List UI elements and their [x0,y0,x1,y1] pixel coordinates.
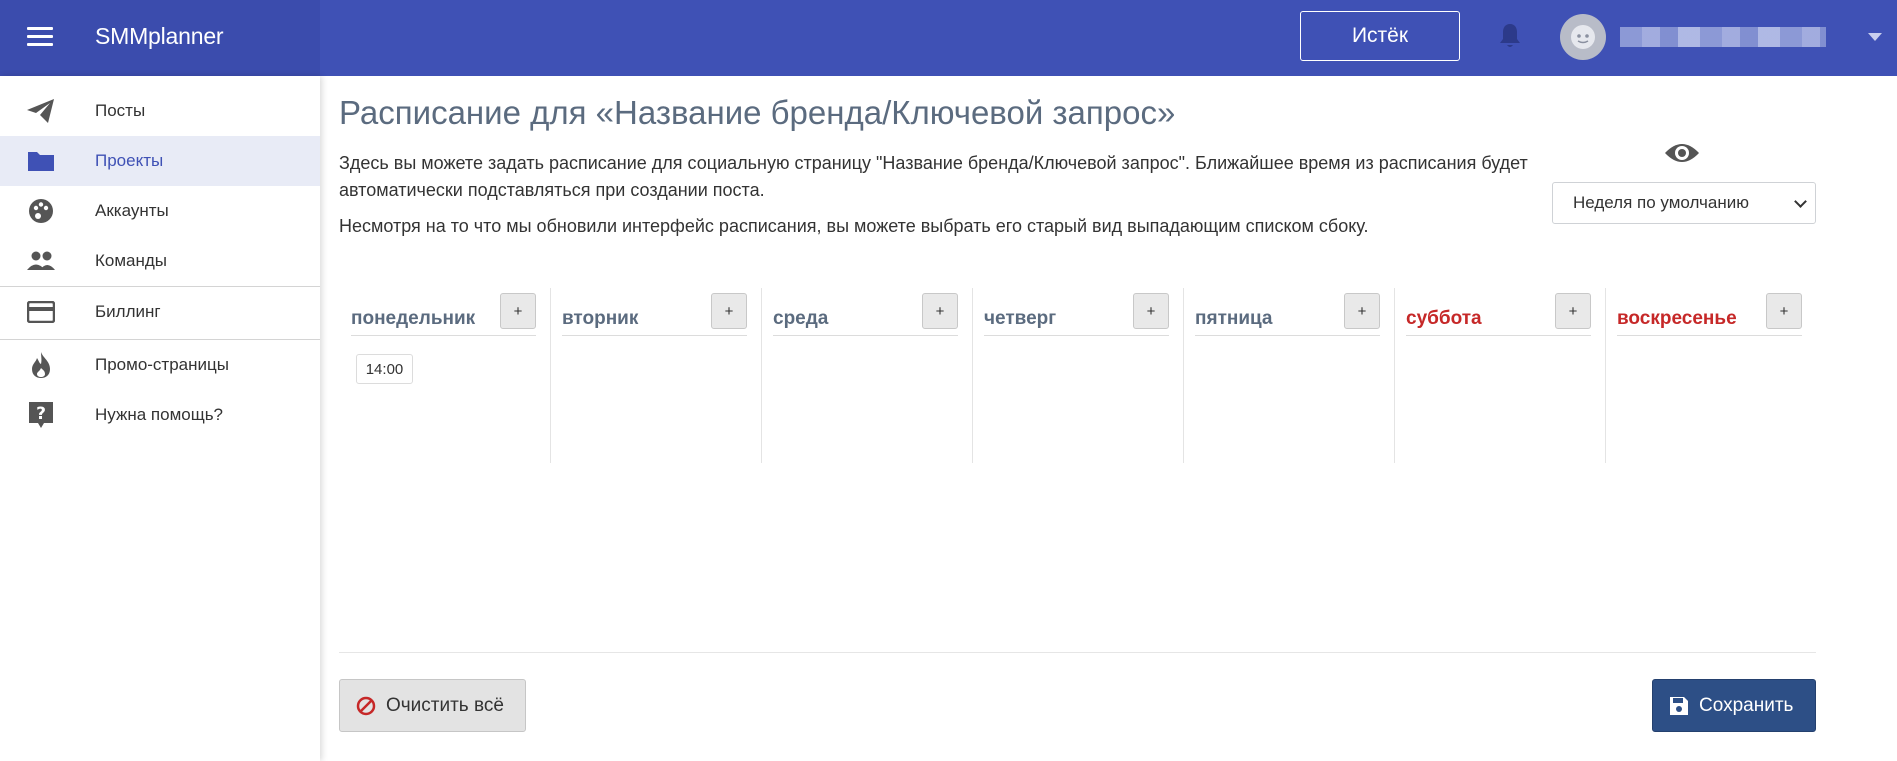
people-icon [26,246,56,276]
add-time-button[interactable]: + [1133,293,1169,329]
sidebar-item-label: Команды [95,251,168,270]
footer-divider [339,652,1816,653]
palette-icon [26,196,56,226]
day-column-saturday: суббота + [1395,288,1606,463]
save-button[interactable]: Сохранить [1652,679,1816,732]
sidebar: Посты Проекты Аккаунты Команды Биллинг П… [0,76,320,761]
add-time-button[interactable]: + [1555,293,1591,329]
page-title: Расписание для «Название бренда/Ключевой… [339,94,1176,131]
day-underline [1617,335,1802,336]
schedule-description: Здесь вы можете задать расписание для со… [339,153,1528,200]
add-time-button[interactable]: + [922,293,958,329]
sidebar-item-accounts[interactable]: Аккаунты [0,186,320,236]
chevron-down-icon[interactable] [1868,33,1882,41]
hamburger-icon[interactable] [27,27,53,47]
sidebar-item-posts[interactable]: Посты [0,86,320,136]
clear-all-button[interactable]: Очистить всё [339,679,526,732]
top-header: SMMplanner Истёк [0,0,1897,76]
day-column-sunday: воскресенье + [1606,288,1817,463]
day-column-monday: понедельник + 14:00 [340,288,551,463]
main-content: Расписание для «Название бренда/Ключевой… [320,76,1897,761]
add-time-button[interactable]: + [1344,293,1380,329]
fire-icon [26,350,56,380]
clear-all-label: Очистить всё [386,695,504,716]
day-underline [562,335,747,336]
sidebar-item-billing[interactable]: Биллинг [0,287,320,337]
week-grid: понедельник + 14:00 вторник + среда + че… [340,288,1817,463]
user-name-blurred[interactable] [1620,27,1826,47]
day-underline [351,335,536,336]
view-select-value: Неделя по умолчанию [1573,193,1749,212]
brand-name[interactable]: SMMplanner [95,23,224,50]
day-name: понедельник [351,308,476,329]
day-name: вторник [562,308,639,329]
credit-card-icon [26,297,56,327]
schedule-hint: Несмотря на то что мы обновили интерфейс… [339,216,1369,236]
svg-text:?: ? [36,404,46,424]
day-underline [984,335,1169,336]
sidebar-item-label: Проекты [95,151,164,170]
eye-icon[interactable] [1663,138,1701,168]
day-column-tuesday: вторник + [551,288,762,463]
day-name: воскресенье [1617,308,1737,329]
sidebar-item-teams[interactable]: Команды [0,236,320,286]
add-time-button[interactable]: + [1766,293,1802,329]
day-column-friday: пятница + [1184,288,1395,463]
sidebar-item-label: Промо-страницы [95,355,229,374]
avatar-icon[interactable] [1560,14,1606,60]
sidebar-item-help[interactable]: ? Нужна помощь? [0,390,320,440]
chevron-down-icon [1794,195,1807,208]
sidebar-item-label: Нужна помощь? [95,405,224,424]
add-time-button[interactable]: + [500,293,536,329]
day-underline [1195,335,1380,336]
add-time-button[interactable]: + [711,293,747,329]
save-label: Сохранить [1699,695,1794,716]
floppy-disk-icon [1669,696,1689,716]
view-select[interactable]: Неделя по умолчанию [1552,182,1816,224]
day-underline [1406,335,1591,336]
sidebar-item-promo[interactable]: Промо-страницы [0,340,320,390]
sidebar-item-label: Биллинг [95,302,161,321]
ban-icon [356,696,376,716]
brand-block: SMMplanner [0,0,320,76]
day-name: суббота [1406,308,1482,329]
sidebar-item-label: Аккаунты [95,201,169,220]
sidebar-item-label: Посты [95,101,146,120]
help-icon: ? [26,400,56,430]
bell-icon[interactable] [1498,22,1522,50]
day-name: среда [773,308,829,329]
day-name: пятница [1195,308,1273,329]
folder-icon [26,146,56,176]
time-slot[interactable]: 14:00 [356,354,413,384]
sidebar-item-projects[interactable]: Проекты [0,136,320,186]
expired-button[interactable]: Истёк [1300,11,1460,61]
day-name: четверг [984,308,1057,329]
day-underline [773,335,958,336]
day-column-wednesday: среда + [762,288,973,463]
paper-plane-icon [26,96,56,126]
day-column-thursday: четверг + [973,288,1184,463]
